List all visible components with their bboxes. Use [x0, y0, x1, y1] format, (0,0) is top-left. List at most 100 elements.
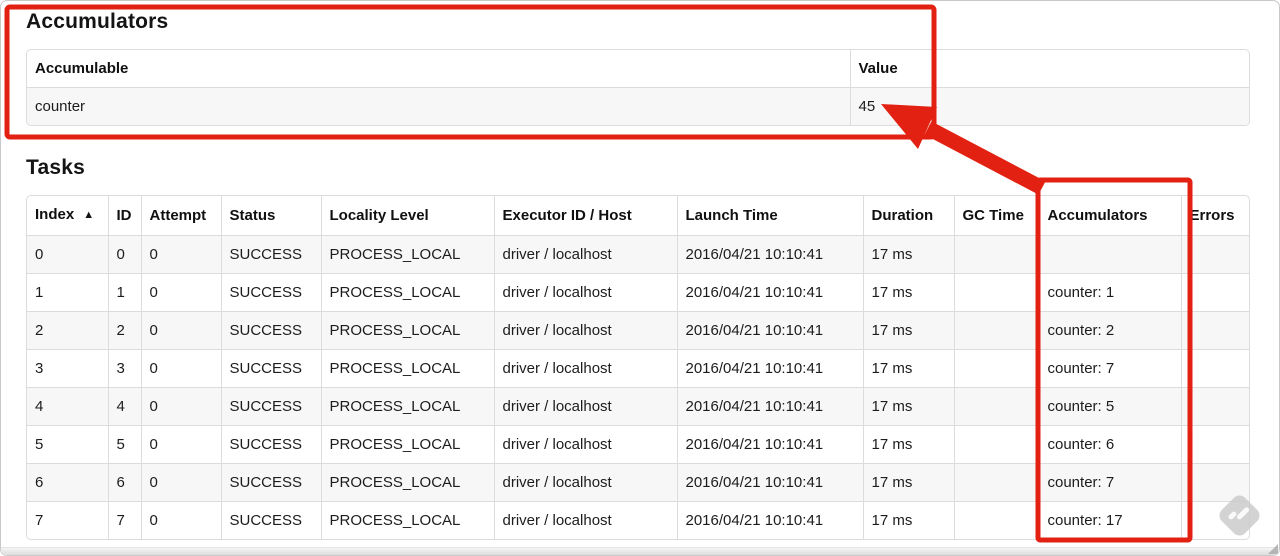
- task-status-cell: SUCCESS: [220, 273, 321, 312]
- task-launch-time-cell: 2016/04/21 10:10:41: [676, 273, 863, 312]
- task-launch-time-cell: 2016/04/21 10:10:41: [676, 349, 863, 388]
- task-executor-cell: driver / localhost: [493, 349, 677, 388]
- task-attempt-cell: 0: [140, 463, 221, 502]
- task-duration-cell: 17 ms: [862, 501, 954, 539]
- task-gc-time-cell: [953, 463, 1039, 502]
- task-duration-cell: 17 ms: [862, 387, 954, 426]
- task-executor-cell: driver / localhost: [493, 501, 677, 539]
- task-gc-time-cell: [953, 235, 1039, 274]
- task-index-cell: 7: [27, 501, 108, 539]
- task-locality-cell: PROCESS_LOCAL: [320, 425, 494, 464]
- task-locality-cell: PROCESS_LOCAL: [320, 235, 494, 274]
- task-row: 4 4 0 SUCCESS PROCESS_LOCAL driver / loc…: [27, 387, 1249, 426]
- task-attempt-cell: 0: [140, 273, 221, 312]
- task-id-cell: 3: [107, 349, 141, 388]
- tasks-table: Index ▲ ID Attempt Status Locality Level …: [26, 195, 1250, 540]
- accumulators-header-row: Accumulable Value: [27, 50, 1249, 88]
- task-accumulators-cell: counter: 1: [1038, 273, 1181, 312]
- tasks-header-row: Index ▲ ID Attempt Status Locality Level …: [27, 196, 1249, 236]
- column-header-value[interactable]: Value: [849, 50, 1249, 88]
- task-duration-cell: 17 ms: [862, 273, 954, 312]
- task-status-cell: SUCCESS: [220, 425, 321, 464]
- accumulable-name-cell: counter: [27, 87, 850, 125]
- task-locality-cell: PROCESS_LOCAL: [320, 501, 494, 539]
- column-header-status[interactable]: Status: [220, 196, 321, 236]
- column-header-gc-time[interactable]: GC Time: [953, 196, 1039, 236]
- task-index-cell: 2: [27, 311, 108, 350]
- column-header-accumulators[interactable]: Accumulators: [1038, 196, 1181, 236]
- task-accumulators-cell: counter: 7: [1038, 349, 1181, 388]
- column-header-locality-level[interactable]: Locality Level: [320, 196, 494, 236]
- task-accumulators-cell: counter: 17: [1038, 501, 1181, 539]
- task-gc-time-cell: [953, 501, 1039, 539]
- task-status-cell: SUCCESS: [220, 463, 321, 502]
- task-duration-cell: 17 ms: [862, 311, 954, 350]
- task-row: 5 5 0 SUCCESS PROCESS_LOCAL driver / loc…: [27, 425, 1249, 464]
- task-id-cell: 7: [107, 501, 141, 539]
- task-status-cell: SUCCESS: [220, 311, 321, 350]
- task-errors-cell: [1180, 273, 1249, 312]
- accumulable-value-cell: 45: [849, 87, 1249, 125]
- task-attempt-cell: 0: [140, 387, 221, 426]
- task-accumulators-cell: counter: 5: [1038, 387, 1181, 426]
- task-attempt-cell: 0: [140, 311, 221, 350]
- task-accumulators-cell: [1038, 235, 1181, 274]
- task-index-cell: 6: [27, 463, 108, 502]
- column-header-index[interactable]: Index ▲: [27, 196, 108, 236]
- task-id-cell: 5: [107, 425, 141, 464]
- accumulators-table-body: counter 45: [27, 87, 1249, 125]
- task-gc-time-cell: [953, 425, 1039, 464]
- task-executor-cell: driver / localhost: [493, 235, 677, 274]
- task-accumulators-cell: counter: 2: [1038, 311, 1181, 350]
- column-header-executor-id-host[interactable]: Executor ID / Host: [493, 196, 677, 236]
- task-id-cell: 6: [107, 463, 141, 502]
- accumulators-table: Accumulable Value counter 45: [26, 49, 1250, 126]
- task-id-cell: 0: [107, 235, 141, 274]
- task-gc-time-cell: [953, 349, 1039, 388]
- task-gc-time-cell: [953, 387, 1039, 426]
- column-header-id[interactable]: ID: [107, 196, 141, 236]
- task-id-cell: 2: [107, 311, 141, 350]
- task-errors-cell: [1180, 349, 1249, 388]
- column-header-launch-time[interactable]: Launch Time: [676, 196, 863, 236]
- task-executor-cell: driver / localhost: [493, 387, 677, 426]
- task-duration-cell: 17 ms: [862, 425, 954, 464]
- task-duration-cell: 17 ms: [862, 235, 954, 274]
- task-executor-cell: driver / localhost: [493, 273, 677, 312]
- task-launch-time-cell: 2016/04/21 10:10:41: [676, 387, 863, 426]
- resize-grip-icon: [1268, 544, 1278, 554]
- task-attempt-cell: 0: [140, 501, 221, 539]
- task-locality-cell: PROCESS_LOCAL: [320, 349, 494, 388]
- task-gc-time-cell: [953, 273, 1039, 312]
- task-launch-time-cell: 2016/04/21 10:10:41: [676, 463, 863, 502]
- task-status-cell: SUCCESS: [220, 387, 321, 426]
- task-row: 7 7 0 SUCCESS PROCESS_LOCAL driver / loc…: [27, 501, 1249, 539]
- task-executor-cell: driver / localhost: [493, 463, 677, 502]
- column-header-index-label: Index: [35, 206, 75, 223]
- column-header-duration[interactable]: Duration: [862, 196, 954, 236]
- spark-ui-stage-page: Accumulators Accumulable Value counter 4…: [0, 0, 1280, 556]
- task-status-cell: SUCCESS: [220, 235, 321, 274]
- column-header-errors[interactable]: Errors: [1180, 196, 1249, 236]
- column-header-accumulable[interactable]: Accumulable: [27, 50, 850, 88]
- task-executor-cell: driver / localhost: [493, 425, 677, 464]
- column-header-attempt[interactable]: Attempt: [140, 196, 221, 236]
- task-row: 0 0 0 SUCCESS PROCESS_LOCAL driver / loc…: [27, 235, 1249, 274]
- window-bottom-edge: [1, 547, 1279, 555]
- task-launch-time-cell: 2016/04/21 10:10:41: [676, 235, 863, 274]
- accumulator-row: counter 45: [27, 87, 1249, 125]
- task-status-cell: SUCCESS: [220, 349, 321, 388]
- task-id-cell: 1: [107, 273, 141, 312]
- task-duration-cell: 17 ms: [862, 349, 954, 388]
- task-accumulators-cell: counter: 6: [1038, 425, 1181, 464]
- task-errors-cell: [1180, 311, 1249, 350]
- task-status-cell: SUCCESS: [220, 501, 321, 539]
- task-gc-time-cell: [953, 311, 1039, 350]
- task-locality-cell: PROCESS_LOCAL: [320, 273, 494, 312]
- task-locality-cell: PROCESS_LOCAL: [320, 463, 494, 502]
- task-id-cell: 4: [107, 387, 141, 426]
- task-executor-cell: driver / localhost: [493, 311, 677, 350]
- task-errors-cell: [1180, 235, 1249, 274]
- task-duration-cell: 17 ms: [862, 463, 954, 502]
- task-errors-cell: [1180, 425, 1249, 464]
